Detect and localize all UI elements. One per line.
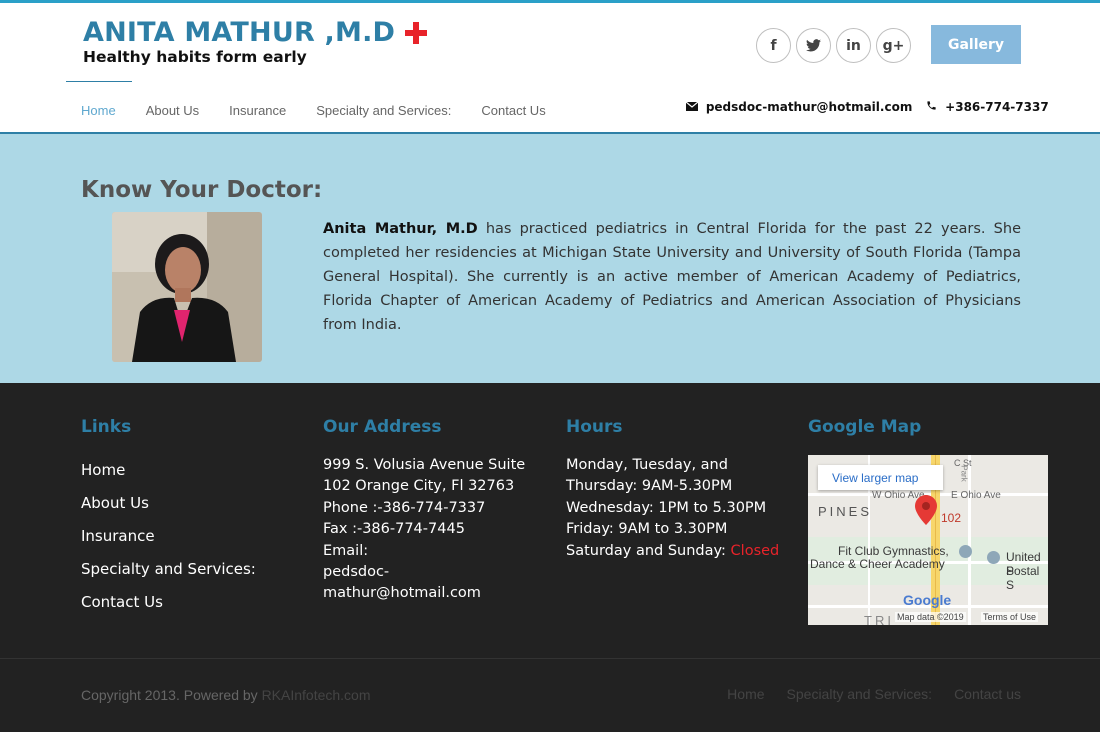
header-phone[interactable]: +386-774-7337 <box>926 100 1049 114</box>
footer-links-title: Links <box>81 417 132 437</box>
brand-tagline: Healthy habits form early <box>83 48 307 66</box>
google-logo: Google <box>903 592 952 608</box>
address-line: 999 S. Volusia Avenue Suite <box>323 457 526 473</box>
nav-specialty-services[interactable]: Specialty and Services: <box>301 81 466 127</box>
twitter-icon[interactable] <box>796 28 831 63</box>
rkainfotech-link[interactable]: RKAInfotech.com <box>262 687 371 703</box>
footer-link-insurance[interactable]: Insurance <box>81 527 256 546</box>
footer-divider <box>0 658 1100 659</box>
nav-about-us[interactable]: About Us <box>131 81 214 127</box>
map-pin-label: 102 <box>941 511 962 525</box>
footer-hours-column: Hours Monday, Tuesday, and Thursday: 9AM… <box>566 417 779 562</box>
map-data-credit: Map data ©2019 <box>895 612 966 622</box>
footer-hours: Monday, Tuesday, and Thursday: 9AM-5.30P… <box>566 455 779 562</box>
brand-title: ANITA MATHUR ,M.D <box>83 17 428 48</box>
bottom-link-home[interactable]: Home <box>727 686 764 702</box>
about-text: Anita Mathur, M.D has practiced pediatri… <box>323 217 1021 337</box>
footer-link-specialty-services[interactable]: Specialty and Services: <box>81 560 256 579</box>
closed-status: Closed <box>730 542 780 559</box>
address-email-label: Email: <box>323 542 369 559</box>
map-poi-1: Fit Club Gymnastics, <box>838 544 949 558</box>
nav-insurance[interactable]: Insurance <box>214 81 301 127</box>
hours-line: Wednesday: 1PM to 5.30PM <box>566 499 767 516</box>
medical-cross-icon <box>405 21 428 44</box>
site-header: ANITA MATHUR ,M.D Healthy habits form ea… <box>0 0 1100 134</box>
doctor-name: Anita Mathur, M.D <box>323 221 478 237</box>
bottom-link-contact-us[interactable]: Contact us <box>954 686 1021 702</box>
footer-links: Home About Us Insurance Specialty and Se… <box>81 461 256 612</box>
linkedin-icon[interactable]: in <box>836 28 871 63</box>
envelope-icon <box>685 100 702 114</box>
map-park-label: Park <box>959 465 969 482</box>
map-poi-icon <box>959 545 972 558</box>
copyright-text: Copyright 2013. Powered by <box>81 687 262 703</box>
brand[interactable]: ANITA MATHUR ,M.D Healthy habits form ea… <box>83 17 428 66</box>
map-pines-label: PINES <box>818 504 873 519</box>
hours-line: Thursday: 9AM-5.30PM <box>566 478 733 495</box>
footer-map-title: Google Map <box>808 417 922 437</box>
address-phone: Phone :-386-774-7337 <box>323 499 486 516</box>
address-fax: Fax :-386-774-7445 <box>323 521 465 538</box>
facebook-icon[interactable]: f <box>756 28 791 63</box>
footer-address: 999 S. Volusia Avenue Suite 102 Orange C… <box>323 455 525 605</box>
copyright: Copyright 2013. Powered by RKAInfotech.c… <box>81 687 371 703</box>
nav-home[interactable]: Home <box>66 81 132 127</box>
header-email-text: pedsdoc-mathur@hotmail.com <box>705 100 913 114</box>
header-email[interactable]: pedsdoc-mathur@hotmail.com <box>685 100 913 114</box>
map-poi-4: Postal S <box>1006 564 1040 592</box>
address-email: mathur@hotmail.com <box>323 585 481 602</box>
footer-link-contact-us[interactable]: Contact Us <box>81 593 256 612</box>
weekend-label: Saturday and Sunday: <box>566 542 731 559</box>
brand-name: ANITA MATHUR ,M.D <box>83 17 396 48</box>
hours-weekend: Saturday and Sunday: Closed <box>566 541 779 562</box>
map-poi-icon <box>987 551 1000 564</box>
main-nav: Home About Us Insurance Specialty and Se… <box>66 81 561 127</box>
about-title: Know Your Doctor: <box>81 177 323 203</box>
phone-icon <box>926 100 941 114</box>
hours-line: Friday: 9AM to 3.30PM <box>566 521 728 538</box>
view-larger-map-link[interactable]: View larger map <box>818 465 943 490</box>
doctor-photo <box>112 212 262 362</box>
map-pin-icon[interactable] <box>915 495 937 525</box>
footer-address-column: Our Address 999 S. Volusia Avenue Suite … <box>323 417 525 605</box>
header-contact: pedsdoc-mathur@hotmail.com +386-774-7337 <box>685 100 1049 114</box>
gallery-button[interactable]: Gallery <box>931 25 1021 64</box>
about-section: Know Your Doctor: Anita Mathur, M.D has … <box>0 134 1100 383</box>
address-email: pedsdoc- <box>323 564 390 581</box>
map-labels: View larger map C St W Ohio Ave E Ohio A… <box>808 455 1048 628</box>
nav-contact-us[interactable]: Contact Us <box>466 81 560 127</box>
map-street-e: E Ohio Ave <box>951 490 1001 501</box>
footer-address-title: Our Address <box>323 417 442 437</box>
hours-line: Monday, Tuesday, and <box>566 457 728 473</box>
footer-map-column: Google Map <box>808 417 921 437</box>
footer-links-column: Links Home About Us Insurance Specialty … <box>81 417 256 626</box>
social-links: f in g+ <box>756 28 911 63</box>
map-poi-2: Dance & Cheer Academy <box>810 557 945 571</box>
footer-link-about-us[interactable]: About Us <box>81 494 256 513</box>
footer-hours-title: Hours <box>566 417 623 437</box>
google-plus-icon[interactable]: g+ <box>876 28 911 63</box>
bottom-link-specialty-services[interactable]: Specialty and Services: <box>787 686 933 702</box>
map-terms-link[interactable]: Terms of Use <box>981 612 1039 622</box>
address-line: 102 Orange City, Fl 32763 <box>323 478 515 495</box>
header-phone-text: +386-774-7337 <box>945 100 1049 114</box>
footer-bottom-links: Home Specialty and Services: Contact us <box>727 686 1021 702</box>
about-body: has practiced pediatrics in Central Flor… <box>323 221 1021 333</box>
footer-link-home[interactable]: Home <box>81 461 256 480</box>
map-tri-label: TRI <box>864 613 894 628</box>
